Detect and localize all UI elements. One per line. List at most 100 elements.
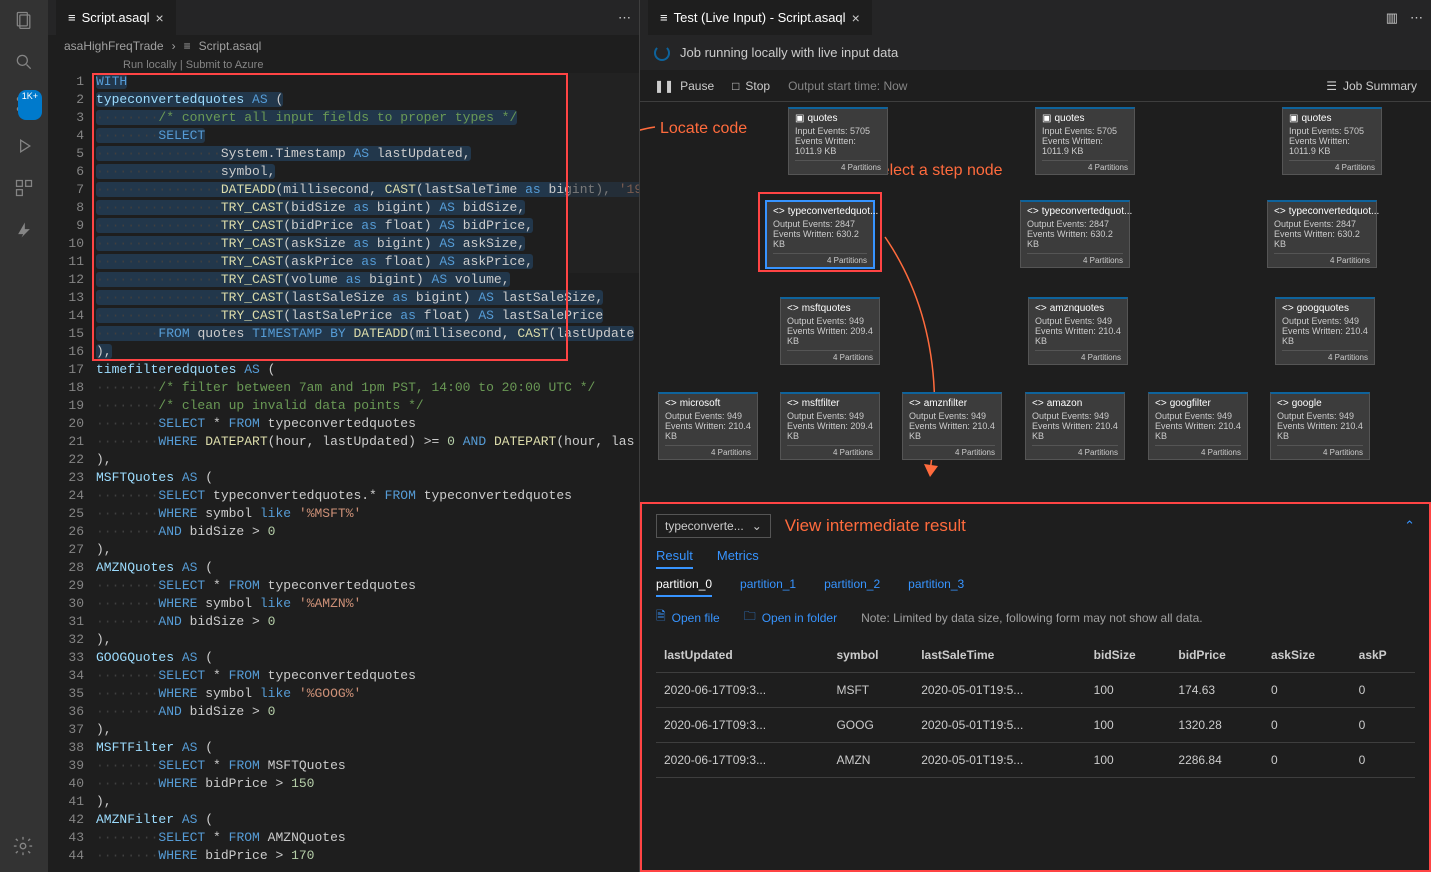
- explorer-icon[interactable]: [12, 8, 36, 32]
- stop-icon: □: [732, 79, 739, 93]
- step-icon: <>: [1035, 303, 1047, 314]
- partition-tab[interactable]: partition_1: [740, 577, 796, 597]
- right-tab-bar: ≡ Test (Live Input) - Script.asaql × ▥ ⋯: [640, 0, 1431, 35]
- run-locally-link[interactable]: Run locally: [123, 59, 177, 71]
- node-quotes[interactable]: ▣quotesInput Events: 5705Events Written:…: [1282, 107, 1382, 175]
- node-googfilter[interactable]: <>googfilterOutput Events: 949Events Wri…: [1148, 392, 1248, 460]
- output-start-time: Output start time: Now: [788, 79, 907, 93]
- step-icon: <>: [1155, 398, 1167, 409]
- search-icon[interactable]: [12, 50, 36, 74]
- anno-view: View intermediate result: [785, 516, 966, 536]
- node-googquotes[interactable]: <>googquotesOutput Events: 949Events Wri…: [1275, 297, 1375, 365]
- tab-result[interactable]: Result: [656, 548, 693, 569]
- pause-button[interactable]: ❚❚Pause: [654, 79, 714, 93]
- step-icon: <>: [665, 398, 677, 409]
- partition-tab[interactable]: partition_0: [656, 577, 712, 597]
- anno-locate: Locate code: [660, 120, 747, 138]
- collapse-icon[interactable]: ⌃: [1404, 518, 1415, 534]
- editor-pane: ≡ Script.asaql × ⋯ asaHighFreqTrade› ≡Sc…: [48, 0, 640, 872]
- list-icon: ☰: [1326, 79, 1337, 93]
- azure-icon[interactable]: [12, 218, 36, 242]
- tab-metrics[interactable]: Metrics: [717, 548, 759, 569]
- node-quotes[interactable]: ▣quotesInput Events: 5705Events Written:…: [1035, 107, 1135, 175]
- node-quotes[interactable]: ▣quotesInput Events: 5705Events Written:…: [788, 107, 888, 175]
- pause-icon: ❚❚: [654, 79, 674, 93]
- node-amznquotes[interactable]: <>amznquotesOutput Events: 949Events Wri…: [1028, 297, 1128, 365]
- job-diagram[interactable]: Locate code Select a step node ▣quotesIn…: [640, 102, 1431, 502]
- step-icon: <>: [1274, 206, 1286, 217]
- more-icon[interactable]: ⋯: [1410, 10, 1423, 26]
- column-header: symbol: [828, 638, 913, 673]
- results-panel: typeconverte...⌄ View intermediate resul…: [640, 502, 1431, 872]
- input-icon: ▣: [1289, 113, 1298, 124]
- note-text: Note: Limited by data size, following fo…: [861, 611, 1203, 625]
- tab-title: Script.asaql: [82, 10, 150, 25]
- editor-tab[interactable]: ≡ Script.asaql ×: [56, 0, 176, 35]
- table-row[interactable]: 2020-06-17T09:3...MSFT2020-05-01T19:5...…: [656, 673, 1415, 708]
- spinner-icon: [654, 45, 670, 61]
- code-editor[interactable]: 1234567891011121314151617181920212223242…: [48, 73, 639, 872]
- step-icon: <>: [909, 398, 921, 409]
- input-icon: ▣: [1042, 113, 1051, 124]
- results-table: lastUpdatedsymbollastSaleTimebidSizebidP…: [656, 638, 1415, 778]
- extensions-icon[interactable]: [12, 176, 36, 200]
- step-icon: <>: [787, 398, 799, 409]
- column-header: askP: [1351, 638, 1415, 673]
- step-icon: <>: [1032, 398, 1044, 409]
- code-lens: Run locally | Submit to Azure: [48, 57, 639, 73]
- node-amznfilter[interactable]: <>amznfilterOutput Events: 949Events Wri…: [902, 392, 1002, 460]
- step-dropdown[interactable]: typeconverte...⌄: [656, 514, 771, 538]
- column-header: bidPrice: [1170, 638, 1263, 673]
- activity-bar: 1K+: [0, 0, 48, 872]
- partition-tab[interactable]: partition_3: [908, 577, 964, 597]
- minimap[interactable]: [569, 73, 639, 273]
- controls-bar: ❚❚Pause □Stop Output start time: Now ☰Jo…: [640, 70, 1431, 102]
- chevron-down-icon: ⌄: [752, 519, 762, 533]
- step-icon: <>: [1277, 398, 1289, 409]
- node-google[interactable]: <>googleOutput Events: 949Events Written…: [1270, 392, 1370, 460]
- node-typeconverted[interactable]: <>typeconvertedquot...Output Events: 284…: [1020, 200, 1130, 268]
- input-icon: ▣: [795, 113, 804, 124]
- step-icon: <>: [787, 303, 799, 314]
- node-msftquotes[interactable]: <>msftquotesOutput Events: 949Events Wri…: [780, 297, 880, 365]
- test-pane: ≡ Test (Live Input) - Script.asaql × ▥ ⋯…: [640, 0, 1431, 872]
- table-row[interactable]: 2020-06-17T09:3...GOOG2020-05-01T19:5...…: [656, 708, 1415, 743]
- node-typeconverted[interactable]: <>typeconvertedquot...Output Events: 284…: [1267, 200, 1377, 268]
- file-icon: ≡: [68, 10, 76, 25]
- job-status: Job running locally with live input data: [640, 35, 1431, 70]
- more-icon[interactable]: ⋯: [618, 10, 631, 26]
- column-header: lastUpdated: [656, 638, 828, 673]
- step-icon: <>: [1282, 303, 1294, 314]
- node-typeconverted[interactable]: <>typeconvertedquot...Output Events: 284…: [765, 200, 875, 269]
- step-icon: <>: [773, 206, 785, 217]
- test-tab[interactable]: ≡ Test (Live Input) - Script.asaql ×: [648, 0, 872, 35]
- partition-tab[interactable]: partition_2: [824, 577, 880, 597]
- status-text: Job running locally with live input data: [680, 45, 898, 60]
- anno-select: Select a step node: [870, 162, 1003, 180]
- close-icon[interactable]: ×: [156, 10, 164, 26]
- open-folder-link[interactable]: 🗀Open in folder: [744, 607, 837, 628]
- column-header: lastSaleTime: [913, 638, 1085, 673]
- editor-tab-bar: ≡ Script.asaql × ⋯: [48, 0, 639, 35]
- step-icon: <>: [1027, 206, 1039, 217]
- column-header: bidSize: [1086, 638, 1171, 673]
- table-row[interactable]: 2020-06-17T09:3...AMZN2020-05-01T19:5...…: [656, 743, 1415, 778]
- node-amazon[interactable]: <>amazonOutput Events: 949Events Written…: [1025, 392, 1125, 460]
- file-icon: ≡: [660, 10, 668, 25]
- node-microsoft[interactable]: <>microsoftOutput Events: 949Events Writ…: [658, 392, 758, 460]
- tab-title: Test (Live Input) - Script.asaql: [674, 10, 846, 25]
- job-summary-button[interactable]: ☰Job Summary: [1326, 79, 1417, 93]
- submit-azure-link[interactable]: Submit to Azure: [186, 59, 264, 71]
- split-icon[interactable]: ▥: [1386, 10, 1398, 26]
- debug-icon[interactable]: [12, 134, 36, 158]
- node-msftfilter[interactable]: <>msftfilterOutput Events: 949Events Wri…: [780, 392, 880, 460]
- column-header: askSize: [1263, 638, 1351, 673]
- close-icon[interactable]: ×: [852, 10, 860, 26]
- stop-button[interactable]: □Stop: [732, 79, 770, 93]
- settings-icon[interactable]: [12, 835, 34, 860]
- breadcrumb[interactable]: asaHighFreqTrade› ≡Script.asaql: [48, 35, 639, 57]
- folder-icon: 🗀: [744, 607, 756, 628]
- scm-badge: 1K+: [18, 90, 42, 120]
- file-icon: 🗎: [656, 607, 666, 628]
- open-file-link[interactable]: 🗎Open file: [656, 607, 720, 628]
